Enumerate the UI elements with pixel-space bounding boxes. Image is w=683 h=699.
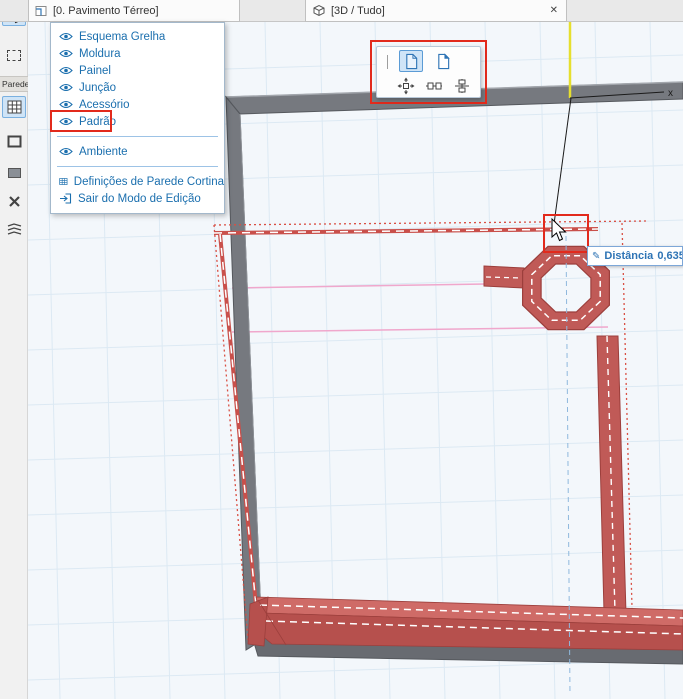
accessory-tool[interactable] — [2, 218, 26, 240]
tab-3d-label: [3D / Tudo] — [331, 4, 385, 17]
measure-icon: ✎ — [592, 250, 601, 262]
x-axis-label: x — [668, 88, 673, 99]
menu-item-esquema-grelha[interactable]: Esquema Grelha — [51, 28, 224, 45]
junction-tool[interactable] — [2, 190, 26, 212]
menu-item-definicoes[interactable]: Definições de Parede Cortina — [51, 173, 224, 190]
eye-icon — [59, 49, 73, 58]
grid-scheme-tool[interactable] — [2, 96, 26, 118]
marquee-tool[interactable] — [2, 44, 26, 66]
menu-item-label: Definições de Parede Cortina — [73, 175, 224, 188]
menu-separator — [57, 166, 218, 167]
tab-floor-plan[interactable]: [0. Pavimento Térreo] — [28, 0, 240, 22]
menu-item-label: Padrão — [79, 115, 117, 128]
menu-item-painel[interactable]: Painel — [51, 62, 224, 79]
menu-item-ambiente[interactable]: Ambiente — [51, 143, 224, 160]
menu-item-acessorio[interactable]: Acessório — [51, 96, 224, 113]
panel-icon — [7, 168, 21, 178]
menu-item-moldura[interactable]: Moldura — [51, 45, 224, 62]
pet-palette-highlight-redbox — [370, 40, 487, 104]
distance-tooltip: ✎ Distância 0,6356 — [587, 246, 683, 266]
frame-tool[interactable] — [2, 130, 26, 152]
junction-icon — [8, 195, 20, 207]
curtain-wall-edit-menu: Esquema Grelha Moldura Painel Junção Ace… — [50, 22, 225, 214]
menu-item-label: Ambiente — [79, 145, 128, 158]
menu-item-juncao[interactable]: Junção — [51, 79, 224, 96]
menu-item-label: Esquema Grelha — [79, 30, 166, 43]
split-frame-icon — [455, 78, 469, 93]
exit-edit-mode-icon — [60, 193, 72, 204]
menu-item-label: Moldura — [79, 47, 121, 60]
tab-bar: [0. Pavimento Térreo] [3D / Tudo] ✕ — [0, 0, 683, 22]
eye-icon — [59, 66, 73, 75]
scheme-option-2-button[interactable] — [431, 50, 455, 72]
close-icon[interactable]: ✕ — [548, 5, 560, 16]
palette-divider — [387, 55, 388, 69]
application-window: x [0. Pavimento Térreo] [3D / Tudo] ✕ Pa… — [0, 0, 683, 699]
menu-separator — [57, 136, 218, 137]
eye-icon — [59, 147, 73, 156]
distance-label: Distância — [604, 250, 654, 262]
menu-item-padrao[interactable]: Padrão — [51, 113, 224, 130]
tab-floor-plan-label: [0. Pavimento Térreo] — [53, 4, 159, 17]
menu-item-sair[interactable]: Sair do Modo de Edição — [51, 190, 224, 207]
menu-item-label: Sair do Modo de Edição — [78, 192, 201, 205]
floor-plan-icon — [35, 5, 47, 16]
split-frame-button[interactable] — [451, 75, 473, 96]
page-alt-icon — [437, 52, 450, 69]
eye-icon — [59, 83, 73, 92]
eye-icon — [59, 100, 73, 109]
left-toolbox: Parede C — [0, 0, 28, 699]
scheme-option-1-button[interactable] — [399, 50, 423, 72]
eye-icon — [59, 32, 73, 41]
toolbox-group-label: Parede C — [2, 79, 28, 89]
3d-box-icon — [313, 4, 325, 17]
align-node-button[interactable] — [423, 75, 445, 96]
grid-icon — [7, 100, 21, 114]
accessory-icon — [7, 222, 21, 235]
menu-item-label: Painel — [79, 64, 111, 77]
pet-palette — [376, 46, 481, 98]
menu-item-label: Junção — [79, 81, 117, 94]
page-icon — [405, 53, 417, 69]
move-icon — [397, 77, 415, 94]
tab-3d[interactable]: [3D / Tudo] ✕ — [305, 0, 567, 22]
panel-tool[interactable] — [2, 162, 26, 184]
toolbox-group-header: Parede C — [0, 76, 28, 92]
marquee-icon — [7, 49, 21, 61]
align-node-icon — [426, 82, 442, 89]
frame-icon — [7, 135, 21, 147]
move-frame-button[interactable] — [395, 75, 417, 96]
distance-value: 0,6356 — [657, 250, 682, 262]
eye-icon — [59, 117, 73, 126]
menu-item-label: Acessório — [79, 98, 130, 111]
table-settings-icon — [59, 178, 68, 185]
